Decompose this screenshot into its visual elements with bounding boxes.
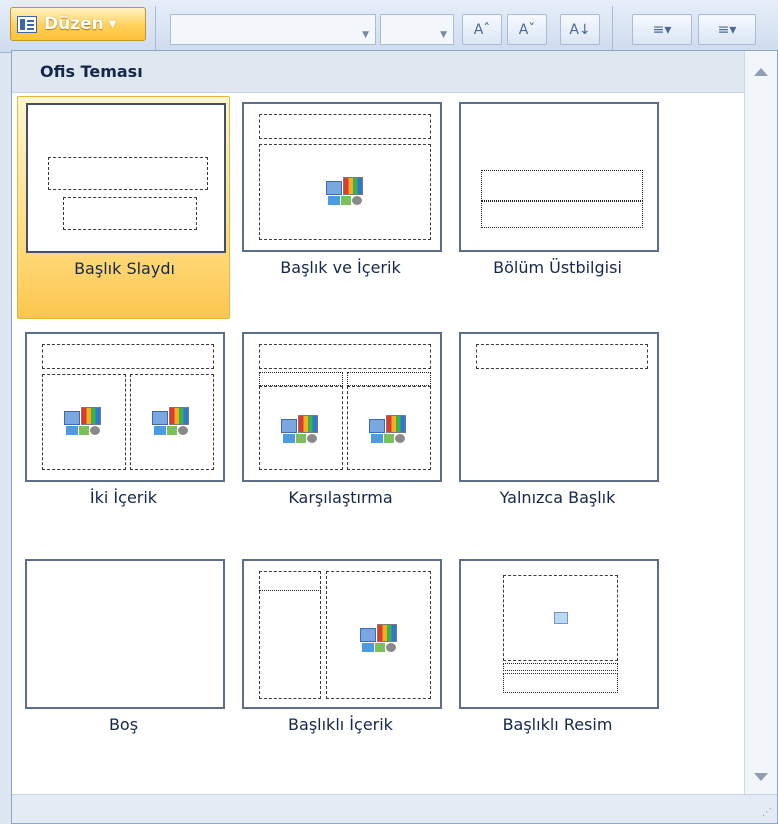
layout-title-and-content[interactable]: Başlık ve İçerik xyxy=(234,96,447,319)
layout-label: Karşılaştırma xyxy=(288,488,393,507)
layout-label: Yalnızca Başlık xyxy=(499,488,616,507)
layout-blank[interactable]: Boş xyxy=(17,553,230,776)
layout-thumbnail xyxy=(242,102,442,252)
ribbon-separator xyxy=(612,6,613,50)
caption-title-placeholder xyxy=(503,663,618,671)
picture-placeholder xyxy=(503,575,618,661)
layout-content-with-caption[interactable]: Başlıklı İçerik xyxy=(234,553,447,776)
layout-thumbnail xyxy=(26,103,226,253)
gallery-scrollbar[interactable] xyxy=(744,51,777,795)
caption-text-placeholder xyxy=(503,673,618,693)
title-placeholder xyxy=(48,157,208,190)
title-placeholder xyxy=(42,344,214,369)
content-insert-icon xyxy=(152,401,190,435)
section-text-placeholder xyxy=(481,201,643,228)
chevron-down-icon: ▼ xyxy=(440,30,447,40)
gallery-resize-bar: ⋰ xyxy=(12,794,777,823)
scroll-down-icon[interactable] xyxy=(754,773,768,781)
subtitle-placeholder xyxy=(63,197,197,230)
content-placeholder xyxy=(326,571,431,699)
layout-comparison[interactable]: Karşılaştırma xyxy=(234,326,447,549)
layout-title-slide[interactable]: Başlık Slaydı xyxy=(17,96,230,319)
clear-format-button[interactable]: A↓ xyxy=(560,14,600,45)
title-placeholder xyxy=(259,344,431,369)
left-content-placeholder xyxy=(259,386,343,470)
layout-section-header[interactable]: Bölüm Üstbilgisi xyxy=(451,96,664,319)
resize-grip-icon[interactable]: ⋰ xyxy=(762,807,772,818)
layout-thumbnail xyxy=(242,332,442,482)
content-placeholder xyxy=(259,144,431,240)
layout-icon xyxy=(17,15,37,33)
chevron-down-icon: ▼ xyxy=(362,30,369,40)
caption-divider xyxy=(259,590,321,591)
layout-label: Başlık ve İçerik xyxy=(280,258,401,277)
content-insert-icon xyxy=(326,171,364,205)
layout-two-content[interactable]: İki İçerik xyxy=(17,326,230,549)
layout-thumbnail xyxy=(242,559,442,709)
layout-label: Başlıklı Resim xyxy=(502,715,613,734)
font-name-combo[interactable]: ▼ xyxy=(170,14,376,45)
title-placeholder xyxy=(476,344,648,369)
layout-gallery-popup: Ofis Teması ⋰ Başlık Slaydı Başlık ve İç… xyxy=(11,50,778,824)
left-heading-placeholder xyxy=(259,372,343,386)
shrink-font-button[interactable]: Aˇ xyxy=(507,14,547,45)
numbering-button[interactable]: ≡▾ xyxy=(698,14,756,45)
gallery-section-title: Ofis Teması xyxy=(12,51,745,93)
layout-label: Boş xyxy=(108,715,139,734)
layout-title-only[interactable]: Yalnızca Başlık xyxy=(451,326,664,549)
content-insert-icon xyxy=(360,618,398,652)
layout-thumbnail xyxy=(459,559,659,709)
chevron-down-icon: ▼ xyxy=(108,18,117,30)
layout-button-label: Düzen xyxy=(44,14,104,34)
content-insert-icon xyxy=(281,409,319,443)
layout-thumbnail xyxy=(459,332,659,482)
layout-label: Bölüm Üstbilgisi xyxy=(493,258,622,277)
layout-label: Başlıklı İçerik xyxy=(288,715,393,734)
caption-placeholder xyxy=(259,571,321,699)
picture-icon xyxy=(554,612,568,624)
ribbon: Düzen ▼ ▼ ▼ Aˆ Aˇ A↓ ≡▾ ≡▾ xyxy=(0,0,778,53)
bullets-button[interactable]: ≡▾ xyxy=(632,14,692,45)
layout-thumbnail xyxy=(25,332,225,482)
content-insert-icon xyxy=(369,409,407,443)
layout-label: İki İçerik xyxy=(89,488,158,507)
right-content-placeholder xyxy=(347,386,431,470)
ribbon-separator xyxy=(155,6,156,50)
scroll-up-icon[interactable] xyxy=(754,68,768,76)
layout-thumbnail xyxy=(459,102,659,252)
section-title-placeholder xyxy=(481,170,643,201)
layout-dropdown-button[interactable]: Düzen ▼ xyxy=(10,7,146,41)
title-placeholder xyxy=(259,114,431,139)
right-content-placeholder xyxy=(130,374,214,470)
layout-label: Başlık Slaydı xyxy=(74,259,175,278)
layout-picture-with-caption[interactable]: Başlıklı Resim xyxy=(451,553,664,776)
font-size-combo[interactable]: ▼ xyxy=(380,14,454,45)
left-content-placeholder xyxy=(42,374,126,470)
content-insert-icon xyxy=(64,401,102,435)
right-heading-placeholder xyxy=(347,372,431,386)
layout-thumbnail xyxy=(25,559,225,709)
grow-font-button[interactable]: Aˆ xyxy=(462,14,502,45)
